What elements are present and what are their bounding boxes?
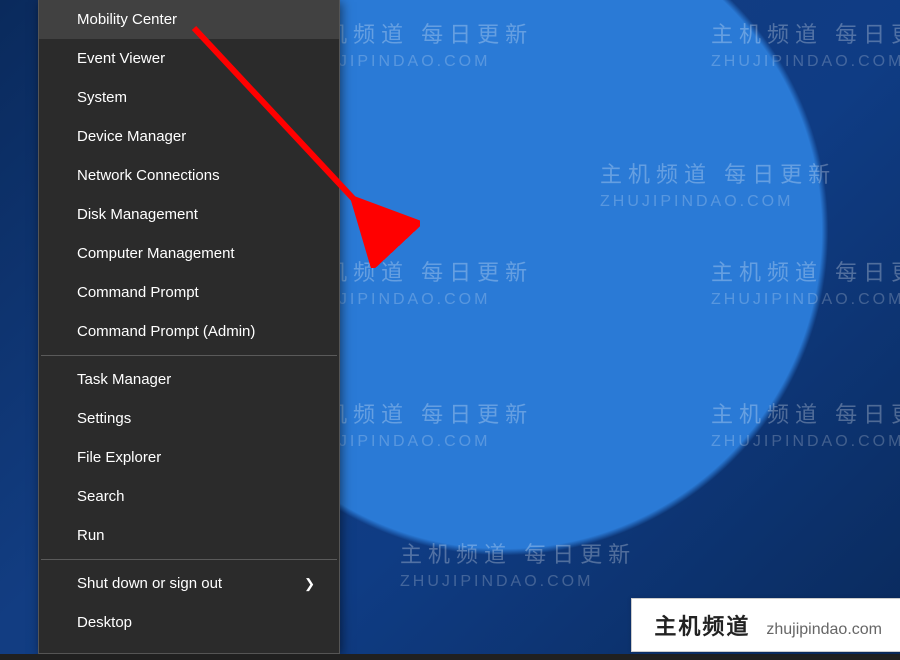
menu-run[interactable]: Run [39,516,339,555]
menu-device-manager[interactable]: Device Manager [39,117,339,156]
menu-settings-label: Settings [77,410,131,427]
menu-shutdown-signout-label: Shut down or sign out [77,575,222,592]
menu-network-connections[interactable]: Network Connections [39,156,339,195]
menu-search[interactable]: Search [39,477,339,516]
menu-computer-management[interactable]: Computer Management [39,234,339,273]
menu-command-prompt-admin[interactable]: Command Prompt (Admin) [39,312,339,351]
menu-device-manager-label: Device Manager [77,128,186,145]
menu-desktop-label: Desktop [77,614,132,631]
menu-command-prompt[interactable]: Command Prompt [39,273,339,312]
menu-run-label: Run [77,527,105,544]
source-label-title: 主机频道 [654,609,750,641]
menu-disk-management[interactable]: Disk Management [39,195,339,234]
menu-separator [41,355,337,356]
menu-disk-management-label: Disk Management [77,206,198,223]
taskbar[interactable] [0,654,900,660]
menu-shutdown-signout[interactable]: Shut down or sign out ❯ [39,564,339,603]
menu-file-explorer-label: File Explorer [77,449,161,466]
menu-event-viewer[interactable]: Event Viewer [39,39,339,78]
source-label-box: 主机频道 zhujipindao.com [631,598,900,652]
menu-command-prompt-label: Command Prompt [77,284,199,301]
menu-command-prompt-admin-label: Command Prompt (Admin) [77,323,255,340]
menu-desktop[interactable]: Desktop [39,603,339,642]
menu-file-explorer[interactable]: File Explorer [39,438,339,477]
menu-mobility-center-label: Mobility Center [77,11,177,28]
menu-event-viewer-label: Event Viewer [77,50,165,67]
menu-search-label: Search [77,488,125,505]
menu-system-label: System [77,89,127,106]
menu-mobility-center[interactable]: Mobility Center [39,0,339,39]
menu-settings[interactable]: Settings [39,399,339,438]
menu-network-connections-label: Network Connections [77,167,220,184]
menu-task-manager-label: Task Manager [77,371,171,388]
menu-task-manager[interactable]: Task Manager [39,360,339,399]
menu-system[interactable]: System [39,78,339,117]
winx-context-menu: Mobility Center Event Viewer System Device … [38,0,340,654]
chevron-right-icon: ❯ [304,576,315,592]
menu-computer-management-label: Computer Management [77,245,235,262]
menu-separator [41,559,337,560]
source-label-url: zhujipindao.com [766,621,882,639]
